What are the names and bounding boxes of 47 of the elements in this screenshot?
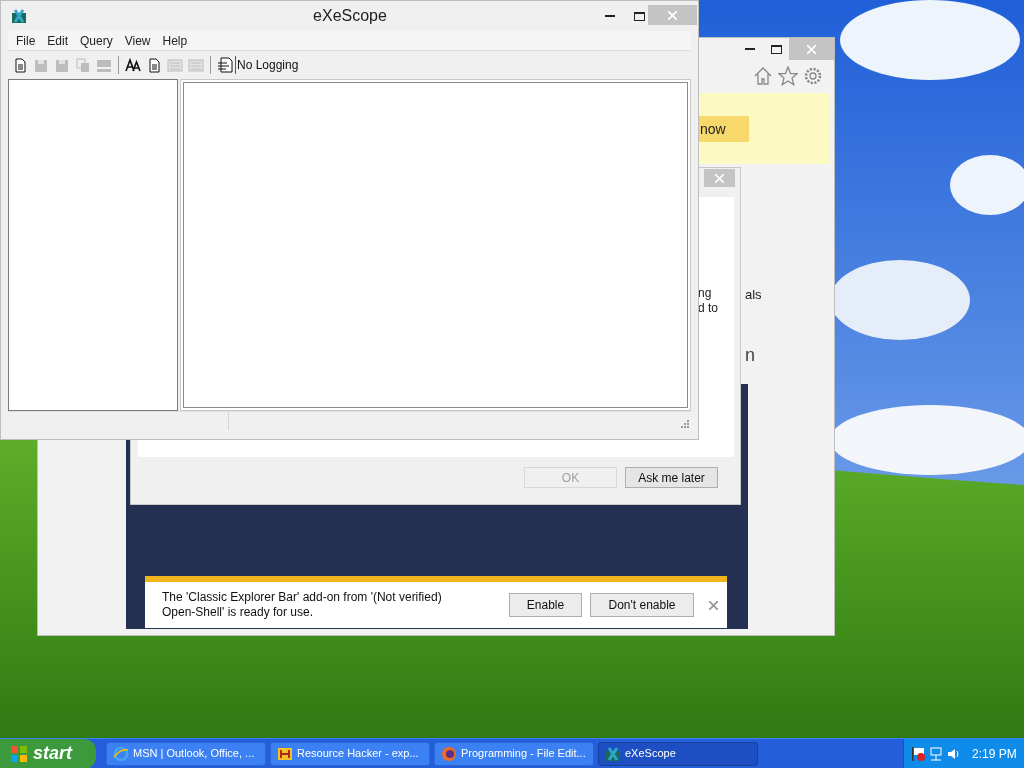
minimize-icon [605, 15, 615, 17]
star-icon[interactable] [778, 66, 798, 86]
dont-enable-button[interactable]: Don't enable [590, 593, 694, 617]
close-icon [668, 10, 677, 20]
resource-editor-icon [277, 745, 293, 762]
fox-icon [441, 745, 457, 762]
page-text: als [745, 286, 762, 304]
notes-icon[interactable] [217, 57, 233, 73]
minimize-icon [745, 48, 755, 50]
menu-item[interactable]: File [10, 31, 42, 50]
home-icon[interactable] [753, 66, 773, 86]
notification-button[interactable]: now [698, 116, 749, 142]
flag-icon[interactable] [910, 745, 926, 762]
logging-label: No Logging [235, 56, 299, 74]
document-icon[interactable] [12, 57, 28, 73]
maximize-icon [633, 11, 645, 21]
page-heading: n [745, 344, 755, 367]
close-icon [715, 173, 724, 183]
menu-item[interactable]: Help [156, 31, 194, 50]
menu-item[interactable]: Query [74, 31, 119, 50]
close-icon [807, 44, 816, 54]
app-logo-icon [11, 8, 27, 24]
taskbar-button[interactable]: Programming - File Edit... [434, 741, 594, 766]
document-icon[interactable] [146, 57, 162, 73]
app-logo-icon [605, 745, 621, 762]
close-button[interactable] [707, 599, 719, 611]
menu-item[interactable]: View [118, 31, 157, 50]
dialog-text: d to [698, 301, 718, 316]
enable-button[interactable]: Enable [509, 593, 582, 617]
dialog-button[interactable]: Ask me later [625, 467, 718, 488]
taskbar-button[interactable]: eXeScope [598, 741, 758, 766]
browser-icon [113, 745, 129, 762]
start-button[interactable]: start [0, 738, 96, 768]
font-icon[interactable] [125, 57, 141, 73]
close-icon [708, 600, 718, 610]
addon-message: The 'Classic Explorer Bar' add-on from '(Not verified) Open-Shell' is ready for use. [162, 590, 443, 620]
windows-logo-icon [10, 744, 28, 763]
close-button[interactable] [704, 169, 735, 187]
dialog-text: ng [698, 286, 713, 301]
resize-grip-icon [681, 420, 689, 428]
window-title: eXeScope [312, 6, 388, 26]
maximize-icon [770, 44, 782, 54]
settings-icon[interactable] [803, 66, 823, 86]
taskbar-button[interactable]: MSN | Outlook, Office, ... [106, 741, 266, 766]
clock: 2:19 PM [972, 745, 1017, 763]
menu-item[interactable]: Edit [41, 31, 75, 50]
taskbar-button[interactable]: Resource Hacker - exp... [270, 741, 430, 766]
